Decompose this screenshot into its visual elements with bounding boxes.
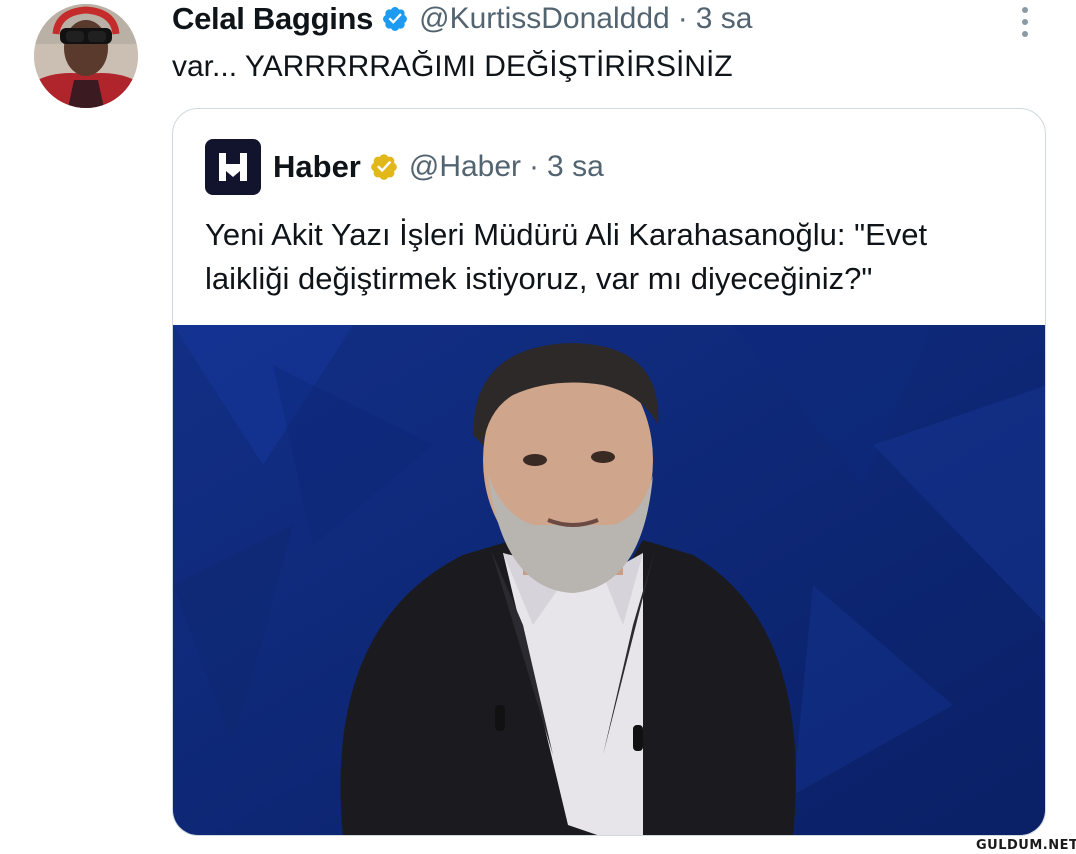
quoted-tweet-timestamp[interactable]: 3 sa [547,150,604,184]
quoted-author-handle[interactable]: @Haber [409,150,521,184]
quoted-author-name[interactable]: Haber [273,149,361,185]
news-photo-man-in-suit [173,325,1045,835]
author-name[interactable]: Celal Baggins [172,1,373,37]
author-avatar[interactable] [34,4,138,108]
quoted-tweet-text: Yeni Akit Yazı İşleri Müdürü Ali Karahas… [205,217,928,296]
avatar-photo [34,4,138,108]
verified-badge-icon[interactable] [381,5,409,33]
haber-logo-icon[interactable] [205,139,261,195]
quoted-tweet-card[interactable]: Haber @Haber · 3 sa Yeni Akit Yazı İşler… [172,108,1046,836]
more-options-icon[interactable] [1008,2,1042,42]
tweet-header: Celal Baggins @KurtissDonalddd · 3 sa [172,0,752,38]
watermark-text: GULDUM.NET [976,838,1076,853]
quoted-tweet-header: Haber @Haber · 3 sa [205,139,604,195]
author-handle[interactable]: @KurtissDonalddd [419,2,670,36]
quoted-separator-dot: · [529,150,540,183]
quoted-tweet-photo[interactable] [173,325,1045,835]
tweet-timestamp[interactable]: 3 sa [696,2,753,36]
tweet-text: var... YARRRRRAĞIMI DEĞİŞTİRİRSİNİZ [172,50,733,83]
separator-dot: · [677,2,688,35]
gold-verified-badge-icon[interactable] [369,152,399,182]
